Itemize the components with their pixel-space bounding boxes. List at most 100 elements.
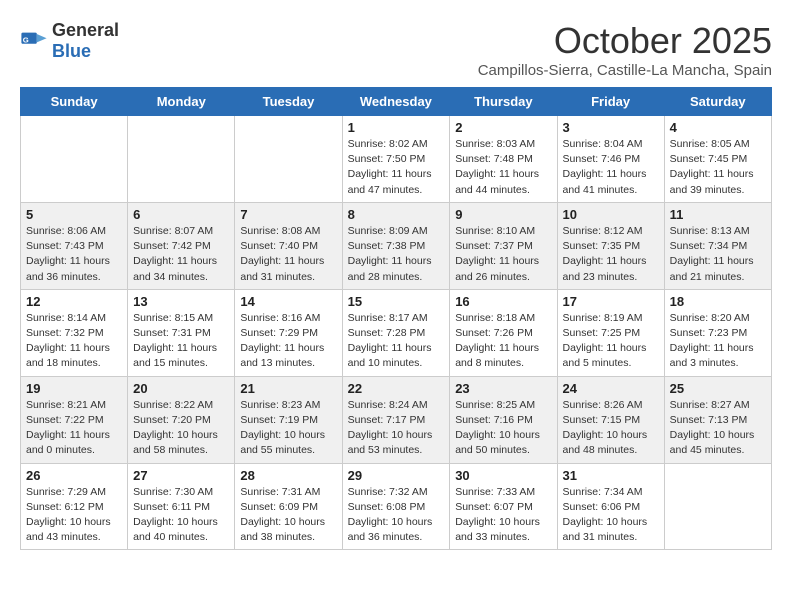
calendar-cell: 20Sunrise: 8:22 AMSunset: 7:20 PMDayligh… [128,376,235,463]
day-info: Sunrise: 8:27 AMSunset: 7:13 PMDaylight:… [670,398,766,459]
day-info: Sunrise: 8:24 AMSunset: 7:17 PMDaylight:… [348,398,445,459]
day-info: Sunrise: 7:33 AMSunset: 6:07 PMDaylight:… [455,485,551,546]
calendar-subtitle: Campillos-Sierra, Castille-La Mancha, Sp… [478,62,772,79]
calendar-table: SundayMondayTuesdayWednesdayThursdayFrid… [20,87,772,550]
day-info: Sunrise: 8:07 AMSunset: 7:42 PMDaylight:… [133,224,229,285]
day-number: 10 [563,207,659,222]
day-info: Sunrise: 8:15 AMSunset: 7:31 PMDaylight:… [133,311,229,372]
calendar-cell: 8 Sunrise: 8:09 AMSunset: 7:38 PMDaylight… [342,202,450,289]
logo: G General Blue [20,20,119,62]
day-number: 19 [26,381,122,396]
calendar-cell: 1 Sunrise: 8:02 AMSunset: 7:50 PMDaylight… [342,116,450,203]
month-title: October 2025 [478,20,772,62]
calendar-cell: 25Sunrise: 8:27 AMSunset: 7:13 PMDayligh… [664,376,771,463]
day-number: 22 [348,381,445,396]
calendar-cell: 14 Sunrise: 8:16 AMSunset: 7:29 PMDayligh… [235,289,342,376]
calendar-cell [21,116,128,203]
day-info: Sunrise: 8:06 AMSunset: 7:43 PMDaylight:… [26,224,122,285]
calendar-cell: 5 Sunrise: 8:06 AMSunset: 7:43 PMDaylight… [21,202,128,289]
calendar-cell: 10 Sunrise: 8:12 AMSunset: 7:35 PMDayligh… [557,202,664,289]
calendar-cell: 27Sunrise: 7:30 AMSunset: 6:11 PMDayligh… [128,463,235,550]
calendar-cell: 23 Sunrise: 8:25 AMSunset: 7:16 PMDayligh… [450,376,557,463]
calendar-cell: 17 Sunrise: 8:19 AMSunset: 7:25 PMDayligh… [557,289,664,376]
calendar-cell [664,463,771,550]
day-number: 13 [133,294,229,309]
svg-text:G: G [23,35,29,44]
day-number: 1 [348,120,445,135]
calendar-cell: 29 Sunrise: 7:32 AMSunset: 6:08 PMDayligh… [342,463,450,550]
day-info: Sunrise: 8:02 AMSunset: 7:50 PMDaylight:… [348,137,445,198]
calendar-cell [128,116,235,203]
day-header-thursday: Thursday [450,88,557,116]
day-number: 18 [670,294,766,309]
calendar-cell: 31Sunrise: 7:34 AMSunset: 6:06 PMDayligh… [557,463,664,550]
day-number: 14 [240,294,336,309]
day-number: 2 [455,120,551,135]
calendar-cell: 3Sunrise: 8:04 AMSunset: 7:46 PMDaylight… [557,116,664,203]
calendar-cell: 6Sunrise: 8:07 AMSunset: 7:42 PMDaylight… [128,202,235,289]
calendar-cell: 4 Sunrise: 8:05 AMSunset: 7:45 PMDaylight… [664,116,771,203]
day-header-tuesday: Tuesday [235,88,342,116]
day-info: Sunrise: 8:12 AMSunset: 7:35 PMDaylight:… [563,224,659,285]
day-info: Sunrise: 8:22 AMSunset: 7:20 PMDaylight:… [133,398,229,459]
day-number: 29 [348,468,445,483]
day-info: Sunrise: 8:21 AMSunset: 7:22 PMDaylight:… [26,398,122,459]
day-number: 27 [133,468,229,483]
calendar-cell: 24 Sunrise: 8:26 AMSunset: 7:15 PMDayligh… [557,376,664,463]
day-number: 4 [670,120,766,135]
day-info: Sunrise: 8:16 AMSunset: 7:29 PMDaylight:… [240,311,336,372]
day-info: Sunrise: 8:23 AMSunset: 7:19 PMDaylight:… [240,398,336,459]
calendar-cell: 30Sunrise: 7:33 AMSunset: 6:07 PMDayligh… [450,463,557,550]
calendar-cell: 22 Sunrise: 8:24 AMSunset: 7:17 PMDayligh… [342,376,450,463]
day-header-wednesday: Wednesday [342,88,450,116]
day-number: 17 [563,294,659,309]
day-info: Sunrise: 8:13 AMSunset: 7:34 PMDaylight:… [670,224,766,285]
calendar-cell: 2Sunrise: 8:03 AMSunset: 7:48 PMDaylight… [450,116,557,203]
day-number: 11 [670,207,766,222]
calendar-cell: 15 Sunrise: 8:17 AMSunset: 7:28 PMDayligh… [342,289,450,376]
calendar-cell: 13 Sunrise: 8:15 AMSunset: 7:31 PMDayligh… [128,289,235,376]
day-info: Sunrise: 7:29 AMSunset: 6:12 PMDaylight:… [26,485,122,546]
logo-icon: G [20,27,48,55]
calendar-cell: 19 Sunrise: 8:21 AMSunset: 7:22 PMDayligh… [21,376,128,463]
day-info: Sunrise: 8:09 AMSunset: 7:38 PMDaylight:… [348,224,445,285]
calendar-cell: 18 Sunrise: 8:20 AMSunset: 7:23 PMDayligh… [664,289,771,376]
day-header-friday: Friday [557,88,664,116]
calendar-cell: 12Sunrise: 8:14 AMSunset: 7:32 PMDayligh… [21,289,128,376]
day-info: Sunrise: 8:08 AMSunset: 7:40 PMDaylight:… [240,224,336,285]
calendar-cell: 9 Sunrise: 8:10 AMSunset: 7:37 PMDaylight… [450,202,557,289]
calendar-cell: 11 Sunrise: 8:13 AMSunset: 7:34 PMDayligh… [664,202,771,289]
day-info: Sunrise: 8:05 AMSunset: 7:45 PMDaylight:… [670,137,766,198]
day-number: 23 [455,381,551,396]
day-info: Sunrise: 8:20 AMSunset: 7:23 PMDaylight:… [670,311,766,372]
day-number: 16 [455,294,551,309]
day-number: 8 [348,207,445,222]
day-info: Sunrise: 8:26 AMSunset: 7:15 PMDaylight:… [563,398,659,459]
day-info: Sunrise: 8:10 AMSunset: 7:37 PMDaylight:… [455,224,551,285]
calendar-cell: 16Sunrise: 8:18 AMSunset: 7:26 PMDayligh… [450,289,557,376]
day-number: 24 [563,381,659,396]
day-number: 12 [26,294,122,309]
day-number: 26 [26,468,122,483]
day-number: 3 [563,120,659,135]
day-header-sunday: Sunday [21,88,128,116]
day-info: Sunrise: 8:17 AMSunset: 7:28 PMDaylight:… [348,311,445,372]
day-info: Sunrise: 8:25 AMSunset: 7:16 PMDaylight:… [455,398,551,459]
day-info: Sunrise: 8:19 AMSunset: 7:25 PMDaylight:… [563,311,659,372]
day-info: Sunrise: 7:32 AMSunset: 6:08 PMDaylight:… [348,485,445,546]
logo-blue: Blue [52,41,91,61]
day-number: 7 [240,207,336,222]
calendar-cell: 28Sunrise: 7:31 AMSunset: 6:09 PMDayligh… [235,463,342,550]
day-header-monday: Monday [128,88,235,116]
day-info: Sunrise: 7:34 AMSunset: 6:06 PMDaylight:… [563,485,659,546]
day-number: 5 [26,207,122,222]
day-number: 28 [240,468,336,483]
day-header-saturday: Saturday [664,88,771,116]
day-number: 15 [348,294,445,309]
day-number: 9 [455,207,551,222]
calendar-cell [235,116,342,203]
calendar-cell: 7 Sunrise: 8:08 AMSunset: 7:40 PMDaylight… [235,202,342,289]
day-number: 21 [240,381,336,396]
calendar-cell: 26 Sunrise: 7:29 AMSunset: 6:12 PMDayligh… [21,463,128,550]
logo-text: General Blue [52,20,119,62]
